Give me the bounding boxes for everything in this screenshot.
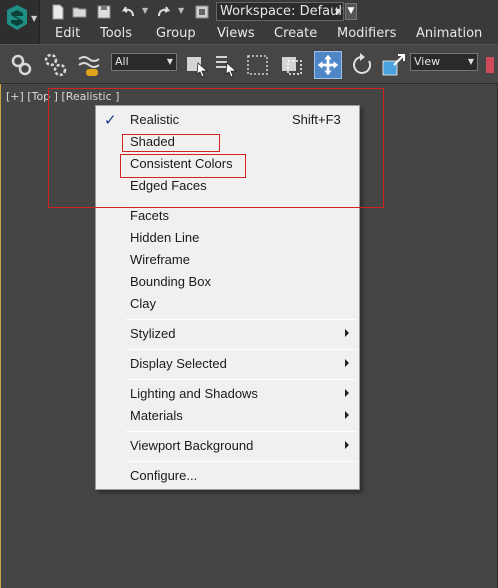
selection-filter-value: All (115, 55, 129, 68)
checkmark-icon: ✓ (104, 112, 117, 129)
submenu-arrow-icon (345, 389, 349, 397)
menu-item-label: Realistic (130, 112, 180, 127)
menu-views[interactable]: Views (217, 26, 255, 41)
select-and-link-icon[interactable] (8, 51, 36, 79)
menu-item-facets[interactable]: Facets (96, 205, 359, 227)
menu-item-label: Lighting and Shadows (130, 386, 258, 401)
chevron-down-icon: ▼ (467, 57, 474, 66)
workspace-label: Workspace: Default (220, 4, 344, 19)
menu-item-label: Edged Faces (130, 178, 207, 193)
select-by-name-icon[interactable] (212, 51, 240, 79)
menu-item-display-selected[interactable]: Display Selected (96, 353, 359, 375)
new-file-icon[interactable] (50, 4, 66, 20)
select-and-rotate-icon[interactable] (348, 51, 376, 79)
viewport-label[interactable]: [+] [Top ] [Realistic ] (6, 90, 119, 103)
menu-create[interactable]: Create (274, 26, 317, 41)
select-object-icon[interactable] (183, 51, 211, 79)
chevron-down-icon: ▼ (334, 7, 341, 16)
chevron-down-icon: ▼ (166, 57, 173, 66)
select-and-scale-icon[interactable] (380, 51, 408, 79)
menu-separator (126, 349, 357, 350)
menu-item-configure[interactable]: Configure... (96, 465, 359, 487)
menu-item-shaded[interactable]: Shaded (96, 131, 359, 153)
menu-item-label: Consistent Colors (130, 156, 233, 171)
menu-separator (126, 431, 357, 432)
reference-coordinate-select[interactable]: View ▼ (410, 53, 478, 71)
menu-item-label: Viewport Background (130, 438, 254, 453)
menu-item-edged-faces[interactable]: Edged Faces (96, 175, 359, 197)
select-and-move-icon[interactable] (314, 51, 342, 79)
menu-separator (126, 201, 357, 202)
open-folder-icon[interactable] (72, 4, 88, 20)
menu-group[interactable]: Group (156, 26, 196, 41)
menu-item-label: Shaded (130, 134, 175, 149)
menu-item-label: Facets (130, 208, 170, 223)
viewport-shading-menu: ✓ Realistic Shift+F3 Shaded Consistent C… (95, 105, 360, 490)
menu-separator (126, 461, 357, 462)
main-toolbar: All ▼ View ▼ (0, 44, 498, 84)
project-folder-icon[interactable] (194, 4, 210, 20)
menu-edit[interactable]: Edit (55, 26, 80, 41)
menu-item-label: Hidden Line (130, 230, 200, 245)
submenu-arrow-icon (345, 329, 349, 337)
menu-modifiers[interactable]: Modifiers (337, 26, 396, 41)
unlink-selection-icon[interactable] (42, 51, 70, 79)
menu-item-realistic[interactable]: ✓ Realistic Shift+F3 (96, 109, 359, 131)
bind-to-space-warp-icon[interactable] (76, 51, 104, 79)
menu-item-label: Bounding Box (130, 274, 211, 289)
quick-access-toolbar: ▼ ▼ ▼ Workspace: Default ▼ ▼ (0, 0, 498, 44)
submenu-arrow-icon (345, 359, 349, 367)
workspace-select[interactable]: Workspace: Default ▼ (216, 2, 344, 21)
menu-item-hidden-line[interactable]: Hidden Line (96, 227, 359, 249)
menu-item-stylized[interactable]: Stylized (96, 323, 359, 345)
menu-item-label: Materials (130, 408, 183, 423)
menu-bar: Edit Tools Group Views Create Modifiers … (40, 24, 498, 44)
window-crossing-icon[interactable] (278, 51, 306, 79)
selection-filter-select[interactable]: All ▼ (111, 53, 177, 71)
rectangular-selection-icon[interactable] (244, 51, 272, 79)
menu-item-shortcut: Shift+F3 (292, 112, 341, 127)
menu-animation[interactable]: Animation (416, 26, 482, 41)
undo-icon[interactable] (120, 4, 136, 20)
menu-item-bounding-box[interactable]: Bounding Box (96, 271, 359, 293)
redo-icon[interactable] (156, 4, 172, 20)
redo-dropdown-icon[interactable]: ▼ (178, 6, 184, 15)
app-logo-icon (7, 5, 27, 30)
menu-item-consistent-colors[interactable]: Consistent Colors (96, 153, 359, 175)
menu-item-label: Clay (130, 296, 157, 311)
menu-separator (126, 379, 357, 380)
menu-item-label: Configure... (130, 468, 198, 483)
workspace-more-button[interactable]: ▼ (345, 3, 357, 20)
menu-item-label: Display Selected (130, 356, 227, 371)
menu-tools[interactable]: Tools (100, 26, 132, 41)
menu-item-materials[interactable]: Materials (96, 405, 359, 427)
menu-separator (126, 319, 357, 320)
reference-coordinate-value: View (414, 55, 441, 68)
menu-item-label: Wireframe (130, 252, 190, 267)
submenu-arrow-icon (345, 441, 349, 449)
save-icon[interactable] (96, 4, 112, 20)
menu-item-lighting-and-shadows[interactable]: Lighting and Shadows (96, 383, 359, 405)
submenu-arrow-icon (345, 411, 349, 419)
chevron-down-icon: ▼ (31, 14, 38, 23)
menu-item-wireframe[interactable]: Wireframe (96, 249, 359, 271)
menu-item-label: Stylized (130, 326, 176, 341)
menu-item-viewport-background[interactable]: Viewport Background (96, 435, 359, 457)
pivot-center-icon[interactable] (484, 51, 496, 79)
undo-dropdown-icon[interactable]: ▼ (142, 6, 148, 15)
app-window: ▼ ▼ ▼ Workspace: Default ▼ ▼ Edit Tools … (0, 0, 498, 588)
menu-item-clay[interactable]: Clay (96, 293, 359, 315)
application-menu-button[interactable]: ▼ (0, 0, 40, 44)
